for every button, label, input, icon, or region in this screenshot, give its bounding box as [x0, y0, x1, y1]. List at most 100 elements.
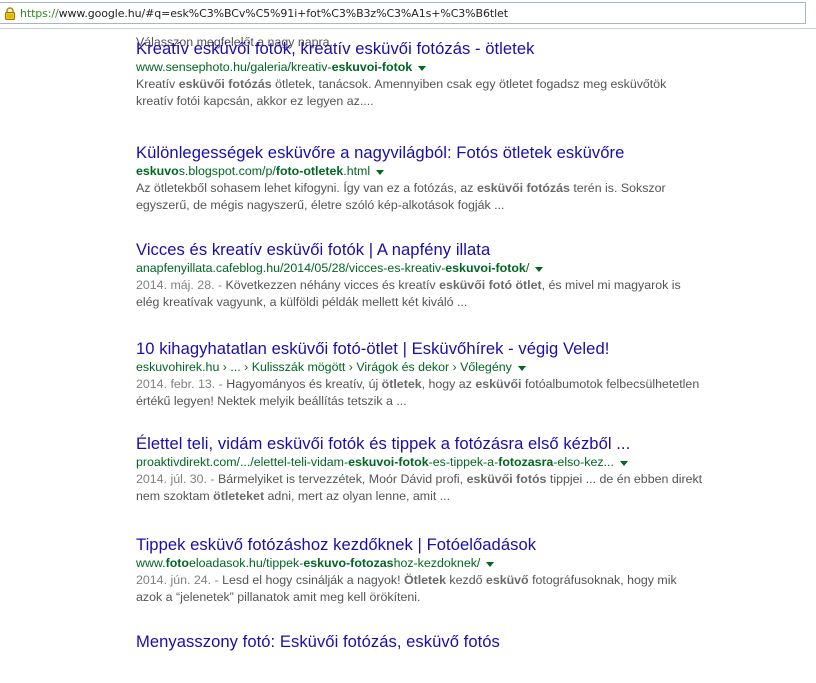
highlighted-term: ötletek	[381, 377, 422, 391]
result-url: anapfenyillata.cafeblog.hu/2014/05/28/vi…	[136, 260, 756, 277]
result-snippet-line: 2014. jún. 24. - Lesd el hogy csinálják …	[136, 572, 756, 589]
highlighted-term: esküvői fotós	[466, 472, 547, 486]
result-snippet-line: elég kreatívak vagyunk, a külföldi példá…	[136, 294, 756, 311]
text-segment: terén is. Sokszor	[569, 181, 666, 195]
search-result: Élettel teli, vidám esküvői fotók és tip…	[136, 434, 756, 505]
result-snippet-line: egyszerű, de mégis nagyszerű, életre szó…	[136, 197, 756, 214]
text-segment: s.blogspot.com/p/	[178, 164, 276, 178]
text-segment: Kreatív	[136, 77, 179, 91]
text-segment: kreatív fotói kapcsán, akkor ez legyen a…	[136, 94, 374, 108]
result-title-link[interactable]: Élettel teli, vidám esküvői fotók és tip…	[136, 434, 756, 454]
result-url-text: www.sensephoto.hu/galeria/kreativ-eskuvo…	[136, 59, 412, 76]
text-segment: tippjei ... de én ebben direkt	[546, 472, 703, 486]
text-segment: , hogy az	[421, 377, 476, 391]
highlighted-term: eskuvo	[136, 164, 179, 178]
text-segment: nem szoktam	[136, 489, 214, 503]
result-title-link[interactable]: Tippek esküvő fotózáshoz kezdőknek | Fot…	[136, 535, 756, 555]
text-segment: /	[525, 261, 530, 275]
text-segment: azok a “jelenetek” pillanatok amit meg k…	[136, 590, 421, 604]
text-segment: -elso-kez...	[553, 455, 614, 469]
result-url: www.sensephoto.hu/galeria/kreativ-eskuvo…	[136, 59, 756, 76]
result-url: proaktivdirekt.com/.../elettel-teli-vida…	[136, 454, 756, 471]
result-date: 2014. júl. 30. -	[136, 472, 218, 486]
result-url: eskuvos.blogspot.com/p/foto-otletek.html	[136, 163, 756, 180]
result-url-text: www.fotoeloadasok.hu/tippek-eskuvo-fotoz…	[136, 555, 480, 572]
text-segment: Az ötletekből sohasem lehet kifogyni. Íg…	[136, 181, 477, 195]
dropdown-arrow-icon[interactable]	[517, 365, 526, 371]
result-snippet-line: Kreatív esküvői fotózás ötletek, tanácso…	[136, 76, 756, 93]
highlighted-term: ötleteket	[213, 489, 265, 503]
dropdown-arrow-icon[interactable]	[535, 266, 544, 272]
highlighted-term: foto-otletek	[275, 164, 344, 178]
search-result: Kreatív esküvői fotók, kreatív esküvői f…	[136, 39, 756, 110]
dropdown-arrow-icon[interactable]	[619, 460, 628, 466]
result-date: 2014. jún. 24. -	[136, 573, 223, 587]
text-segment: egyszerű, de mégis nagyszerű, életre szó…	[136, 198, 505, 212]
result-snippet-line: értékű legyen! Nektek melyik beállítás t…	[136, 393, 756, 410]
result-title-link[interactable]: Vicces és kreatív esküvői fotók | A napf…	[136, 240, 756, 260]
url-path: www.google.hu/#q=esk%C3%BCv%C5%91i+fot%C…	[58, 7, 508, 20]
text-segment: Bármelyiket is tervezzétek, Moór Dávid p…	[217, 472, 467, 486]
dropdown-arrow-icon[interactable]	[418, 65, 427, 71]
result-url: www.fotoeloadasok.hu/tippek-eskuvo-fotoz…	[136, 555, 756, 572]
result-url-text: eskuvohirek.hu › ... › Kulisszák mögött …	[136, 359, 512, 376]
text-segment: elég kreatívak vagyunk, a külföldi példá…	[136, 295, 468, 309]
result-snippet-line: azok a “jelenetek” pillanatok amit meg k…	[136, 589, 756, 606]
result-snippet-line: nem szoktam ötleteket adni, mert az olya…	[136, 488, 756, 505]
result-url: eskuvohirek.hu › ... › Kulisszák mögött …	[136, 359, 756, 376]
browser-address-bar: https://www.google.hu/#q=esk%C3%BCv%C5%9…	[0, 0, 816, 29]
result-snippet-line: kreatív fotói kapcsán, akkor ez legyen a…	[136, 93, 756, 110]
text-segment: Következzen néhány vicces és kreatív	[225, 278, 440, 292]
result-url-text: eskuvos.blogspot.com/p/foto-otletek.html	[136, 163, 370, 180]
search-result: Vicces és kreatív esküvői fotók | A napf…	[136, 240, 756, 311]
text-segment: fotóalbumotok felbecsülhetetlen	[521, 377, 700, 391]
dropdown-arrow-icon[interactable]	[486, 561, 495, 567]
result-title-link[interactable]: Különlegességek esküvőre a nagyvilágból:…	[136, 143, 756, 163]
dropdown-arrow-icon[interactable]	[376, 169, 385, 175]
highlighted-term: esküvői fotózás	[178, 77, 272, 91]
text-segment: Lesd el hogy csinálják a nagyok!	[222, 573, 404, 587]
result-title-link[interactable]: 10 kihagyhatatlan esküvői fotó-ötlet | E…	[136, 339, 756, 359]
padlock-icon	[5, 7, 15, 20]
highlighted-term: eskuvoi-fotok	[331, 60, 413, 74]
search-result: Menyasszony fotó: Esküvői fotózás, esküv…	[136, 632, 756, 652]
text-segment: eskuvohirek.hu › ... › Kulisszák mögött …	[136, 360, 512, 374]
highlighted-term: esküvő	[485, 573, 529, 587]
highlighted-term: fotozasra	[498, 455, 554, 469]
result-snippet-line: Az ötletekből sohasem lehet kifogyni. Íg…	[136, 180, 756, 197]
text-segment: anapfenyillata.cafeblog.hu/2014/05/28/vi…	[136, 261, 446, 275]
text-segment: értékű legyen! Nektek melyik beállítás t…	[136, 394, 407, 408]
text-segment: proaktivdirekt.com/.../elettel-teli-vida…	[136, 455, 349, 469]
result-url-text: anapfenyillata.cafeblog.hu/2014/05/28/vi…	[136, 260, 529, 277]
highlighted-term: foto	[165, 556, 189, 570]
highlighted-term: eskuvoi-fotok	[348, 455, 429, 469]
search-result: 10 kihagyhatatlan esküvői fotó-ötlet | E…	[136, 339, 756, 410]
highlighted-term: esküvői fotózás	[476, 181, 570, 195]
result-date: 2014. máj. 28. -	[136, 278, 226, 292]
text-segment: -es-tippek-a-	[428, 455, 499, 469]
result-snippet-line: 2014. júl. 30. - Bármelyiket is tervezzé…	[136, 471, 756, 488]
highlighted-term: esküvői fotó ötlet	[439, 278, 542, 292]
highlighted-term: esküvői	[475, 377, 522, 391]
result-title-link[interactable]: Kreatív esküvői fotók, kreatív esküvői f…	[136, 39, 756, 59]
result-url-text: proaktivdirekt.com/.../elettel-teli-vida…	[136, 454, 614, 471]
result-snippet-line: 2014. febr. 13. - Hagyományos és kreatív…	[136, 376, 756, 393]
result-date: 2014. febr. 13. -	[136, 377, 227, 391]
search-result: Különlegességek esküvőre a nagyvilágból:…	[136, 143, 756, 214]
text-segment: hoz-kezdoknek/	[393, 556, 481, 570]
text-segment: eloadasok.hu/tippek-	[189, 556, 304, 570]
highlighted-term: eskuvoi-fotok	[445, 261, 526, 275]
url-text[interactable]: https://www.google.hu/#q=esk%C3%BCv%C5%9…	[20, 7, 508, 20]
text-segment: ötletek, tanácsok. Amennyiben csak egy ö…	[271, 77, 667, 91]
highlighted-term: Ötletek	[403, 573, 446, 587]
text-segment: adni, mert az olyan lenne, amit ...	[264, 489, 451, 503]
url-field[interactable]: https://www.google.hu/#q=esk%C3%BCv%C5%9…	[0, 2, 806, 24]
search-result: Tippek esküvő fotózáshoz kezdőknek | Fot…	[136, 535, 756, 606]
result-title-link[interactable]: Menyasszony fotó: Esküvői fotózás, esküv…	[136, 632, 756, 652]
text-segment: Hagyományos és kreatív, új	[226, 377, 382, 391]
text-segment: .html	[343, 164, 371, 178]
highlighted-term: eskuvo-fotozas	[303, 556, 394, 570]
text-segment: www.sensephoto.hu/galeria/kreativ-	[136, 60, 332, 74]
result-snippet-line: 2014. máj. 28. - Következzen néhány vicc…	[136, 277, 756, 294]
text-segment: , és mivel mi magyarok is	[541, 278, 681, 292]
